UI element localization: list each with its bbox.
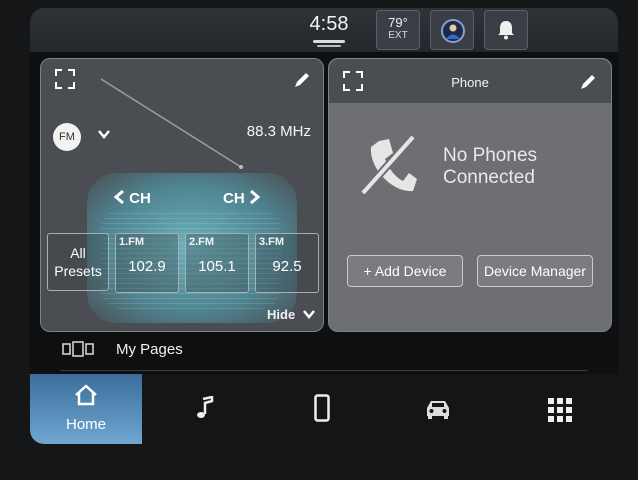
screen: 4:58 79° EXT FM 88.3 MHz CH CH All Prese…: [30, 8, 618, 444]
preset-number: 2.FM: [189, 236, 215, 248]
preset-number: 1.FM: [119, 236, 145, 248]
temp-button[interactable]: 79° EXT: [376, 10, 420, 50]
nav-phone[interactable]: [266, 374, 378, 444]
hide-label: Hide: [267, 307, 296, 322]
pages-icon[interactable]: [62, 341, 94, 357]
hide-button[interactable]: Hide: [267, 307, 315, 322]
all-presets-label: All Presets: [54, 245, 102, 279]
all-presets-button[interactable]: All Presets: [47, 233, 109, 291]
clock-underline: [313, 40, 345, 43]
no-phones-line-2: Connected: [443, 167, 535, 188]
phone-card[interactable]: Phone No Phones Connected + Add Device D…: [328, 58, 612, 332]
ch-prev-label: CH: [129, 190, 151, 207]
radio-card[interactable]: FM 88.3 MHz CH CH All Presets 1.FM 102.9…: [40, 58, 324, 332]
notifications-button[interactable]: [484, 10, 528, 50]
temp-label: EXT: [388, 30, 408, 41]
pencil-icon[interactable]: [579, 73, 597, 91]
grid-icon: [548, 398, 572, 422]
preset-1[interactable]: 1.FM 102.9: [115, 233, 179, 293]
expand-icon[interactable]: [55, 69, 75, 89]
driver-profile-button[interactable]: [430, 10, 474, 50]
nav-media[interactable]: [148, 374, 260, 444]
home-icon: [75, 384, 97, 406]
device-manager-button[interactable]: Device Manager: [477, 255, 593, 287]
no-phones-line-1: No Phones: [443, 145, 538, 166]
temp-value: 79°: [388, 15, 408, 30]
car-icon: [427, 401, 449, 419]
ch-next-button[interactable]: CH: [223, 189, 261, 207]
nav-apps[interactable]: [502, 374, 614, 444]
no-phones-message: No Phones Connected: [443, 145, 537, 189]
no-phone-icon: [360, 134, 417, 196]
status-bar: 4:58 79° EXT: [30, 8, 618, 52]
chevron-down-icon: [302, 310, 315, 319]
clock-underline-2: [317, 45, 341, 47]
nav-home[interactable]: Home: [30, 374, 142, 444]
band-badge[interactable]: FM: [53, 123, 81, 151]
phone-card-title: Phone: [451, 75, 489, 90]
preset-number: 3.FM: [259, 236, 285, 248]
chevron-down-icon[interactable]: [97, 127, 111, 141]
preset-value: 105.1: [198, 258, 236, 275]
nav-vehicle[interactable]: [384, 374, 496, 444]
chevron-right-icon: [249, 189, 261, 205]
preset-2[interactable]: 2.FM 105.1: [185, 233, 249, 293]
preset-value: 92.5: [272, 258, 302, 275]
music-icon: [197, 396, 214, 418]
nav-home-label: Home: [65, 416, 106, 433]
clock: 4:58: [309, 13, 349, 35]
bottom-nav: Home: [30, 374, 618, 444]
preset-value: 102.9: [128, 258, 166, 275]
phone-icon: [314, 394, 330, 422]
bell-icon: [498, 21, 514, 40]
my-pages-label[interactable]: My Pages: [116, 341, 183, 358]
ch-prev-button[interactable]: CH: [113, 189, 151, 207]
frequency-display: 88.3 MHz: [246, 123, 311, 140]
driver-icon: [441, 19, 465, 43]
preset-3[interactable]: 3.FM 92.5: [255, 233, 319, 293]
add-device-button[interactable]: + Add Device: [347, 255, 463, 287]
ch-next-label: CH: [223, 190, 245, 207]
chevron-left-icon: [113, 189, 124, 205]
divider: [60, 370, 588, 371]
pencil-icon[interactable]: [293, 71, 311, 89]
